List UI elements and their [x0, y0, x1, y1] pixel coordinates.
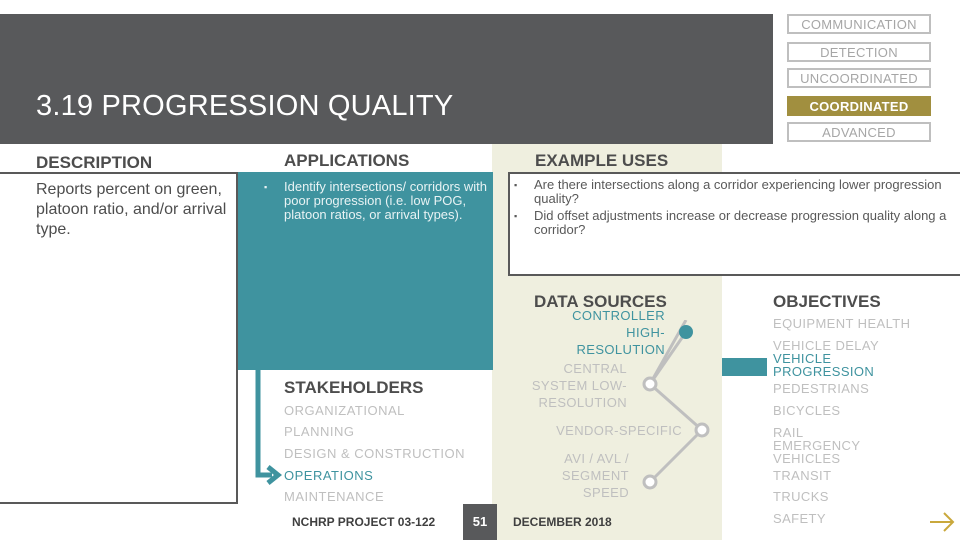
objective-safety: SAFETY	[773, 511, 826, 526]
objective-vehicle-progression: VEHICLE PROGRESSION	[773, 351, 875, 379]
arrow-right-icon[interactable]	[928, 510, 956, 534]
data-source-node-icon	[642, 474, 658, 490]
stakeholder-operations: OPERATIONS	[284, 468, 374, 483]
applications-heading: APPLICATIONS	[284, 151, 410, 170]
data-source-avi-avl-segment-speed: AVI / AVL / SEGMENT SPEED	[561, 451, 629, 500]
data-source-controller-high-resolution: CONTROLLER HIGH-RESOLUTION	[572, 308, 665, 357]
data-source-vendor-specific: VENDOR-SPECIFIC	[556, 423, 682, 438]
page-title: 3.19 PROGRESSION QUALITY	[36, 90, 454, 122]
project-label: NCHRP PROJECT 03-122	[292, 515, 436, 529]
example-uses-list: Are there intersections along a corridor…	[514, 178, 954, 240]
example-uses-heading: EXAMPLE USES	[535, 151, 669, 170]
data-source-node-active-icon	[679, 325, 693, 339]
stakeholder-maintenance: MAINTENANCE	[284, 489, 385, 504]
example-use-item: Are there intersections along a corridor…	[514, 178, 954, 206]
level-uncoordinated[interactable]: UNCOORDINATED	[787, 68, 931, 88]
objective-transit: TRANSIT	[773, 468, 832, 483]
objective-pedestrians: PEDESTRIANS	[773, 381, 870, 396]
level-advanced[interactable]: ADVANCED	[787, 122, 931, 142]
objective-connector	[722, 358, 767, 376]
objectives-heading: OBJECTIVES	[773, 292, 881, 311]
date-label: DECEMBER 2018	[513, 515, 612, 529]
stakeholder-planning: PLANNING	[284, 424, 355, 439]
objective-bicycles: BICYCLES	[773, 403, 841, 418]
example-use-item: Did offset adjustments increase or decre…	[514, 209, 954, 237]
level-detection[interactable]: DETECTION	[787, 42, 931, 62]
description-heading: DESCRIPTION	[36, 153, 153, 172]
stakeholder-organizational: ORGANIZATIONAL	[284, 403, 405, 418]
objective-equipment-health: EQUIPMENT HEALTH	[773, 316, 911, 331]
description-text: Reports percent on green, platoon ratio,…	[36, 181, 227, 238]
data-source-node-icon	[642, 376, 658, 392]
objective-trucks: TRUCKS	[773, 489, 829, 504]
applications-list: Identify intersections/ corridors with p…	[264, 180, 490, 222]
objective-rail-emergency-vehicles: RAIL EMERGENCY VEHICLES	[773, 425, 861, 466]
header-banner	[0, 14, 773, 144]
data-source-node-icon	[694, 422, 710, 438]
data-source-central-system-low-resolution: CENTRAL SYSTEM LOW-RESOLUTION	[531, 361, 627, 410]
page-number: 51	[463, 504, 497, 540]
level-coordinated[interactable]: COORDINATED	[787, 96, 931, 116]
stakeholder-design-construction: DESIGN & CONSTRUCTION	[284, 446, 465, 461]
application-item: Identify intersections/ corridors with p…	[264, 180, 490, 222]
stakeholders-heading: STAKEHOLDERS	[284, 378, 424, 397]
level-communication[interactable]: COMMUNICATION	[787, 14, 931, 34]
